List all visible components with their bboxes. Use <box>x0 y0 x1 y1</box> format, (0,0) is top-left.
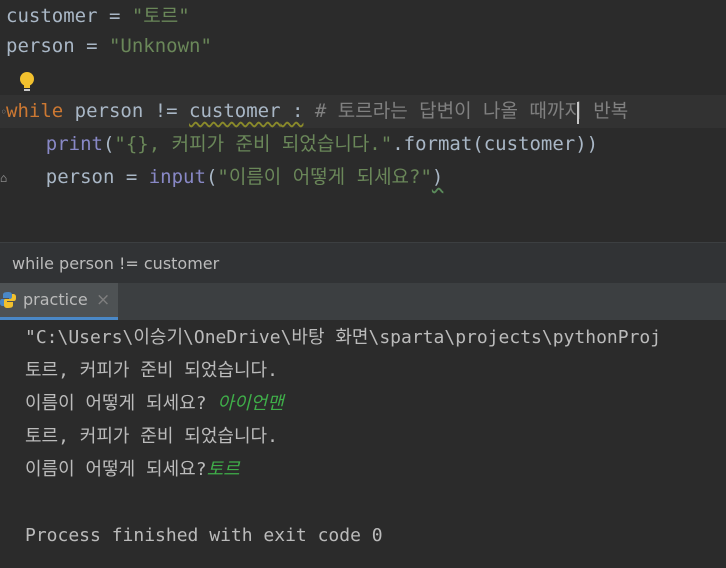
breadcrumb[interactable]: while person != customer <box>0 242 726 283</box>
keyword: while <box>6 100 64 122</box>
tab-practice[interactable]: practice × <box>0 283 118 320</box>
code-line-1[interactable]: customer = "토르" <box>0 0 726 33</box>
builtin-function: print <box>45 133 103 155</box>
builtin-function: input <box>148 166 206 188</box>
user-input: 토르 <box>206 459 240 480</box>
run-console[interactable]: "C:\Users\이승기\OneDrive\바탕 화면\sparta\proj… <box>0 320 726 568</box>
paren: ( <box>102 133 115 155</box>
console-line: 이름이 어떻게 되세요? 아이언맨 <box>25 387 284 420</box>
python-icon <box>0 292 16 308</box>
operator: = <box>74 35 109 57</box>
lightbulb-icon[interactable] <box>18 71 36 93</box>
console-line: "C:\Users\이승기\OneDrive\바탕 화면\sparta\proj… <box>25 327 662 348</box>
identifier: customer <box>189 100 281 122</box>
paren: ( <box>205 166 218 188</box>
fold-end-icon[interactable]: ⌂ <box>0 172 8 184</box>
code-line-4[interactable]: while person != customer : # 토르라는 답변이 나올… <box>0 95 726 128</box>
console-line: 토르, 커피가 준비 되었습니다. <box>25 360 278 381</box>
string-literal: "Unknown" <box>108 35 212 57</box>
code-editor[interactable]: customer = "토르" person = "Unknown" while… <box>0 0 726 242</box>
breadcrumb-item[interactable]: while person != customer <box>12 254 219 273</box>
condition-left: person != <box>63 100 190 122</box>
prompt-text: 이름이 어떻게 되세요? <box>25 459 207 480</box>
comment: # 토르라는 답변이 나올 때까지 반복 <box>303 100 629 122</box>
prompt-text: 이름이 어떻게 되세요? <box>25 393 218 414</box>
close-icon[interactable]: × <box>96 283 110 317</box>
code-line-2[interactable]: person = "Unknown" <box>0 30 726 63</box>
method-call: .format(customer)) <box>392 133 599 155</box>
tab-label: practice <box>23 290 88 309</box>
identifier: person <box>6 35 75 57</box>
console-line: 이름이 어떻게 되세요?토르 <box>25 453 240 486</box>
run-tool-window-header: practice × <box>0 283 726 321</box>
identifier: person <box>45 166 115 188</box>
code-line-5[interactable]: print("{}, 커피가 준비 되었습니다.".format(custome… <box>0 128 726 161</box>
text-caret <box>577 102 579 124</box>
identifier: customer <box>6 5 98 27</box>
string-literal: "이름이 어떻게 되세요?" <box>217 166 432 188</box>
operator: = <box>97 5 132 27</box>
operator: = <box>114 166 149 188</box>
fold-marker-icon[interactable]: ◦ <box>0 106 8 118</box>
string-literal: "토르" <box>131 5 190 27</box>
paren: ) <box>431 166 444 188</box>
colon: : <box>280 100 304 122</box>
string-literal: "{}, 커피가 준비 되었습니다." <box>114 133 393 155</box>
console-line: 토르, 커피가 준비 되었습니다. <box>25 426 278 447</box>
console-exit-line: Process finished with exit code 0 <box>25 525 383 546</box>
user-input: 아이언맨 <box>217 393 284 414</box>
code-line-6[interactable]: person = input("이름이 어떻게 되세요?") <box>0 161 726 194</box>
